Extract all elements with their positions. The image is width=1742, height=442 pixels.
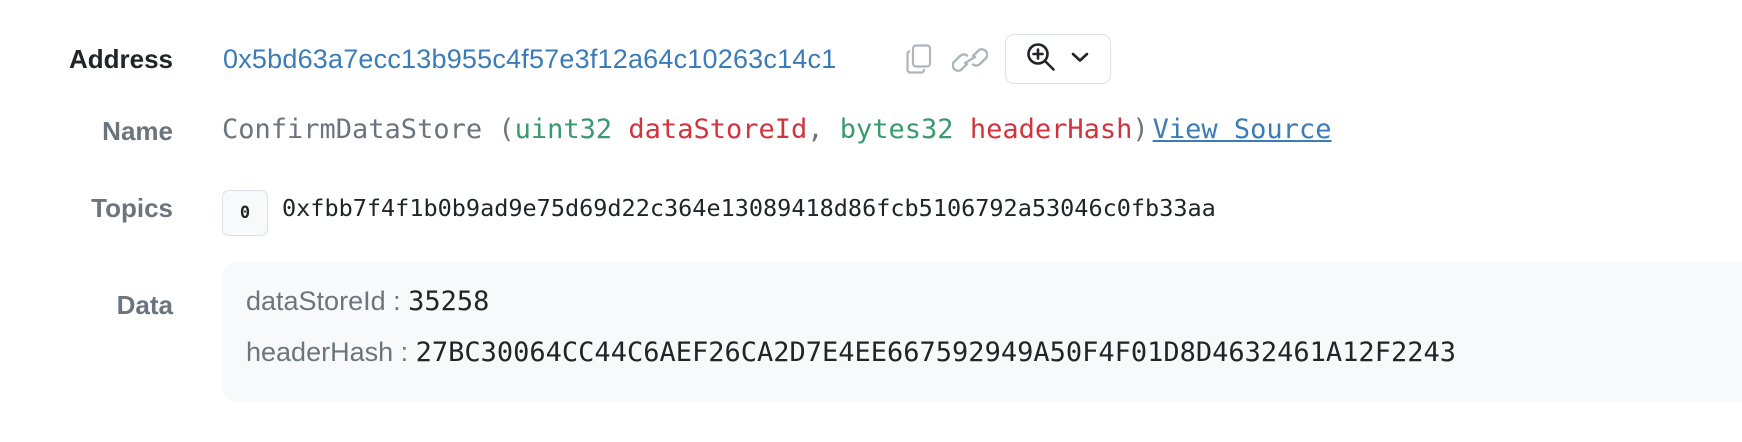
chevron-down-icon xyxy=(1070,50,1090,69)
data-panel: dataStoreId : 35258 headerHash : 27BC300… xyxy=(222,262,1742,402)
topic-hash: 0xfbb7f4f1b0b9ad9e75d69d22c364e13089418d… xyxy=(282,194,1216,222)
zoom-in-icon xyxy=(1026,42,1056,77)
data-separator: : xyxy=(385,286,409,316)
data-key: dataStoreId xyxy=(246,286,386,316)
param-type: uint32 xyxy=(514,114,613,145)
data-label: Data xyxy=(116,290,173,320)
link-icon[interactable] xyxy=(951,46,989,74)
event-signature: ConfirmDataStore (uint32 dataStoreId, by… xyxy=(222,114,1331,145)
data-entry: dataStoreId : 35258 xyxy=(246,286,489,317)
comma: , xyxy=(807,114,840,145)
address-link[interactable]: 0x5bd63a7ecc13b955c4f57e3f12a64c10263c14… xyxy=(223,44,836,75)
data-value: 27BC30064CC44C6AEF26CA2D7E4EE667592949A5… xyxy=(415,337,1456,368)
data-key: headerHash xyxy=(246,337,394,367)
function-name: ConfirmDataStore xyxy=(222,114,483,145)
param-name: dataStoreId xyxy=(628,114,808,145)
copy-icon[interactable] xyxy=(906,44,932,74)
topic-index-badge: 0 xyxy=(222,190,268,236)
data-value: 35258 xyxy=(408,286,490,317)
name-label: Name xyxy=(102,116,173,146)
view-source-link[interactable]: View Source xyxy=(1153,114,1332,145)
topics-label: Topics xyxy=(91,193,173,223)
address-label: Address xyxy=(68,44,173,74)
data-entry: headerHash : 27BC30064CC44C6AEF26CA2D7E4… xyxy=(246,337,1456,368)
open-paren: ( xyxy=(482,114,515,145)
close-paren: ) xyxy=(1132,114,1149,145)
zoom-dropdown-button[interactable] xyxy=(1005,34,1111,84)
param-name: headerHash xyxy=(969,114,1133,145)
data-separator: : xyxy=(393,337,416,367)
param-type: bytes32 xyxy=(839,114,954,145)
